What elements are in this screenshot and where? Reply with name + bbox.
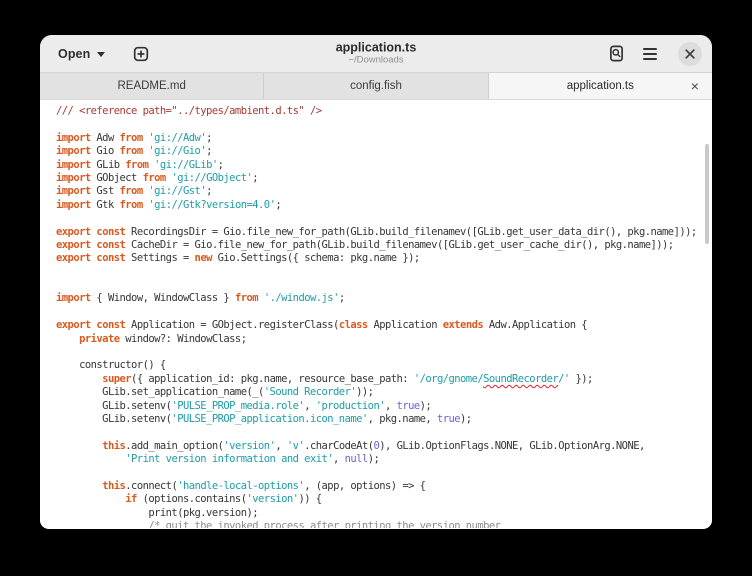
code-line: export const CacheDir = Gio.file_new_for… [56, 239, 712, 252]
tab-new-icon [133, 46, 149, 62]
scrollbar-thumb[interactable] [705, 144, 709, 244]
code-line: export const Settings = new Gio.Settings… [56, 252, 712, 265]
window-close-button[interactable] [678, 42, 702, 66]
code-line: import Adw from 'gi://Adw'; [56, 132, 712, 145]
code-line: constructor() { [56, 359, 712, 372]
tab-config-fish[interactable]: config.fish [264, 73, 488, 99]
open-button[interactable]: Open [50, 42, 113, 66]
tab-label: application.ts [567, 80, 634, 92]
open-button-label: Open [58, 47, 90, 61]
code-line [56, 279, 712, 292]
code-line [56, 467, 712, 480]
code-line: export const Application = GObject.regis… [56, 319, 712, 332]
window-title: application.ts [226, 41, 526, 55]
code-line [56, 346, 712, 359]
code-line: /* quit the invoked process after printi… [56, 520, 712, 528]
new-tab-button[interactable] [127, 40, 155, 68]
code-line [56, 212, 712, 225]
code-line: export const RecordingsDir = Gio.file_ne… [56, 226, 712, 239]
main-menu-button[interactable] [636, 40, 664, 68]
code-line: import Gtk from 'gi://Gtk?version=4.0'; [56, 199, 712, 212]
code-line [56, 266, 712, 279]
tab-application-ts[interactable]: application.ts × [489, 73, 712, 99]
header-right-group [602, 40, 702, 68]
code-line [56, 118, 712, 131]
tab-label: README.md [117, 80, 185, 92]
code-line: 'Print version information and exit', nu… [56, 453, 712, 466]
code-line: if (options.contains('version')) { [56, 493, 712, 506]
window-title-area: application.ts ~/Downloads [226, 41, 526, 66]
code-line: import Gst from 'gi://Gst'; [56, 185, 712, 198]
code-line: import Gio from 'gi://Gio'; [56, 145, 712, 158]
code-line: import GLib from 'gi://GLib'; [56, 159, 712, 172]
code-editor[interactable]: /// <reference path="../types/ambient.d.… [40, 100, 712, 528]
tab-readme-md[interactable]: README.md [40, 73, 264, 99]
code-line: super({ application_id: pkg.name, resour… [56, 373, 712, 386]
header-left-group: Open [50, 40, 155, 68]
desktop-backdrop: Open application.ts ~/Downloads [0, 0, 752, 576]
hamburger-menu-icon [643, 48, 657, 60]
tab-label: config.fish [350, 80, 402, 92]
search-document-icon [608, 45, 625, 62]
code-line: private window?: WindowClass; [56, 333, 712, 346]
code-line: /// <reference path="../types/ambient.d.… [56, 105, 712, 118]
window-close-icon [685, 49, 695, 59]
code-line: GLib.setenv('PULSE_PROP_media.role', 'pr… [56, 400, 712, 413]
header-bar: Open application.ts ~/Downloads [40, 35, 712, 73]
tab-bar: README.md config.fish application.ts × [40, 73, 712, 100]
tab-close-button[interactable]: × [688, 78, 702, 94]
code-line: import { Window, WindowClass } from './w… [56, 292, 712, 305]
text-editor-window: Open application.ts ~/Downloads [40, 35, 712, 529]
code-line [56, 426, 712, 439]
code-line [56, 306, 712, 319]
code-line: GLib.setenv('PULSE_PROP_application.icon… [56, 413, 712, 426]
window-subtitle: ~/Downloads [226, 56, 526, 66]
code-line: this.connect('handle-local-options', (ap… [56, 480, 712, 493]
search-document-button[interactable] [602, 40, 630, 68]
code-line: import GObject from 'gi://GObject'; [56, 172, 712, 185]
code-line: GLib.set_application_name(_('Sound Recor… [56, 386, 712, 399]
caret-down-icon [97, 52, 105, 57]
code-line: print(pkg.version); [56, 507, 712, 520]
code-line: this.add_main_option('version', 'v'.char… [56, 440, 712, 453]
